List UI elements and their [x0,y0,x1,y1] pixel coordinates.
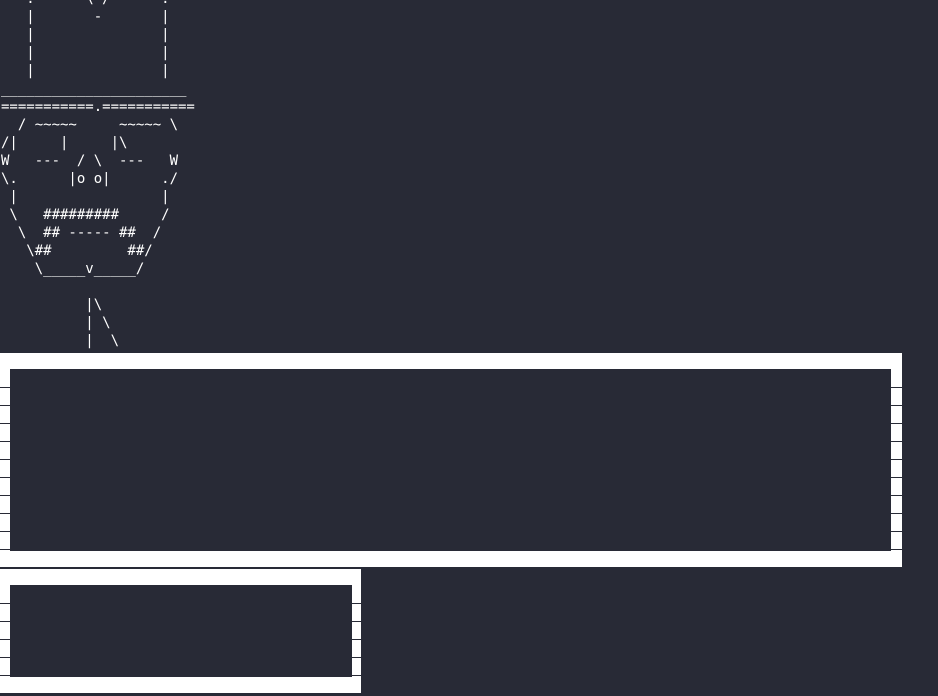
border-tick [891,531,902,532]
border-tick [891,405,902,406]
border-tick [0,657,10,658]
large-output-box-interior [10,369,891,551]
border-tick [891,495,902,496]
border-tick [0,423,10,424]
ascii-art-face: .------\ /------. | - | | | | | | | ____… [1,0,195,349]
border-tick [0,549,10,550]
border-tick [352,657,361,658]
terminal-screen: { "terminal": { "ascii_art": " .------\\… [0,0,938,696]
border-tick [352,621,361,622]
border-tick [891,423,902,424]
border-tick [0,513,10,514]
border-tick [0,603,10,604]
border-tick [0,531,10,532]
border-tick [0,675,10,676]
border-tick [891,513,902,514]
border-tick [352,675,361,676]
border-tick [352,603,361,604]
border-tick [0,639,10,640]
border-tick [0,441,10,442]
border-tick [891,387,902,388]
small-output-box [0,569,361,693]
large-output-box [0,353,902,567]
border-tick [891,549,902,550]
border-tick [891,477,902,478]
border-tick [0,621,10,622]
border-tick [0,477,10,478]
border-tick [352,639,361,640]
border-tick [0,459,10,460]
border-tick [0,495,10,496]
border-tick [891,459,902,460]
small-output-box-interior [10,585,352,677]
border-tick [0,387,10,388]
border-tick [891,441,902,442]
border-tick [0,405,10,406]
